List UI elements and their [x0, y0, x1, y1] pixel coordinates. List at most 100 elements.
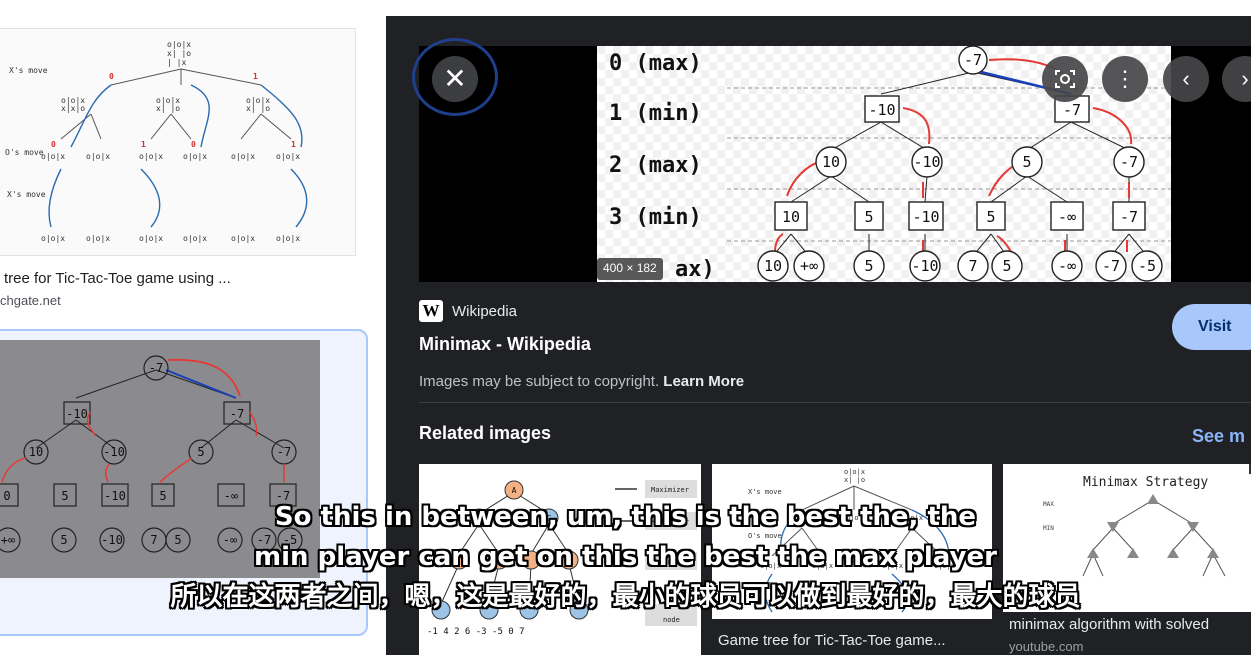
wikipedia-logo-icon: W	[419, 300, 443, 322]
minimax-strategy-image: Minimax Strategy MAX MIN	[1043, 464, 1251, 577]
previous-image-button[interactable]: ‹	[1163, 56, 1209, 102]
rel3-label-1: MIN	[1043, 525, 1054, 532]
close-button[interactable]: ✕	[432, 56, 478, 102]
rel3-title: Minimax Strategy	[1083, 475, 1208, 490]
svg-text:5: 5	[61, 489, 68, 503]
node-l4-8: -5	[1138, 257, 1156, 275]
related-image-3[interactable]: Minimax Strategy MAX MIN	[1003, 464, 1251, 612]
result-thumbnail-tictactoe[interactable]: X's move O's move X's move o|o|x x| |o | …	[0, 28, 356, 256]
svg-text:-10: -10	[101, 533, 123, 547]
svg-text:-10: -10	[66, 407, 88, 421]
svg-text:0: 0	[109, 72, 114, 81]
svg-text:o|o|x: o|o|x	[183, 234, 207, 243]
svg-text:o|o|x: o|o|x	[792, 514, 813, 522]
depth-label-0: 0 (max)	[609, 51, 702, 76]
svg-text:1: 1	[253, 72, 258, 81]
svg-text:5: 5	[60, 533, 67, 547]
rel1-label-2: Maximizer	[651, 558, 689, 566]
copyright-notice: Images may be subject to copyright. Lear…	[419, 373, 744, 390]
node-l3-4: -∞	[1058, 208, 1076, 226]
source-row[interactable]: W Wikipedia	[419, 300, 517, 322]
svg-text:0: 0	[51, 140, 56, 149]
svg-text:o|o|x: o|o|x	[41, 234, 65, 243]
rel1-label-1: Minimizer	[651, 518, 689, 526]
rel2-label-0: X's move	[748, 488, 782, 496]
thumb1-label-2: X's move	[7, 190, 46, 199]
svg-text:+∞: +∞	[1, 533, 15, 547]
svg-text:o|o|x: o|o|x	[844, 468, 865, 476]
svg-text:x| |o: x| |o	[844, 476, 865, 484]
svg-text:B: B	[477, 514, 482, 523]
svg-text:o|o|x: o|o|x	[276, 234, 300, 243]
image-dimensions-badge: 400 × 182	[597, 258, 663, 280]
svg-text:-7: -7	[277, 445, 291, 459]
thumb1-label-0: X's move	[9, 66, 48, 75]
lens-icon	[1055, 70, 1075, 88]
node-l4-2: 5	[864, 257, 873, 275]
rel2-label-1: O's move	[748, 532, 782, 540]
svg-text:-7: -7	[257, 533, 271, 547]
tictactoe-tree-image: X's move O's move X's move o|o|xx| |o | …	[5, 40, 308, 243]
related-caption-2[interactable]: Game tree for Tic-Tac-Toe game...	[718, 632, 946, 649]
svg-text:o|o|x: o|o|x	[139, 234, 163, 243]
svg-text:0: 0	[191, 140, 196, 149]
see-more-link[interactable]: See m	[1192, 426, 1245, 447]
more-options-button[interactable]: ⋮	[1102, 56, 1148, 102]
related-caption-3[interactable]: minimax algorithm with solved	[1009, 616, 1209, 633]
node-l2-1: -10	[913, 153, 940, 171]
result-title[interactable]: tree for Tic-Tac-Toe game using ...	[4, 270, 231, 287]
image-preview-panel: 0 (max) 1 (min) 2 (max) 3 (min) ax) -7 -…	[386, 16, 1251, 655]
related-images-heading: Related images	[419, 423, 552, 443]
thumb1-label-1: O's move	[5, 148, 44, 157]
learn-more-link[interactable]: Learn More	[663, 373, 744, 390]
node-l4-1: +∞	[800, 257, 818, 275]
node-l2-3: -7	[1120, 153, 1138, 171]
related-image-2[interactable]: X's move O's move o|o|x x| |o o|o|x o|o|x o…	[712, 464, 992, 619]
selected-result-thumbnail[interactable]: -7 -10 -7 10 -10 5 -7 0 5 -10 5 -∞ -7 +∞ 5 -10 7 5 -∞…	[0, 340, 320, 578]
node-l4-6: -∞	[1058, 257, 1076, 275]
depth-label-3: 3 (min)	[609, 205, 702, 230]
svg-text:o|o|x: o|o|x	[86, 152, 110, 161]
node-l4-7: -7	[1102, 257, 1120, 275]
source-name: Wikipedia	[452, 302, 518, 320]
chevron-left-icon: ‹	[1182, 66, 1190, 91]
svg-text:-∞: -∞	[223, 533, 237, 547]
node-l3-2: -10	[912, 208, 939, 226]
svg-text:o|o|x: o|o|x	[231, 234, 255, 243]
close-icon: ✕	[443, 63, 467, 94]
node-l1-0: -10	[868, 101, 895, 119]
depth-label-1: 1 (min)	[609, 101, 702, 126]
svg-text:x| |o: x| |o	[246, 104, 270, 113]
svg-text:o|o|x: o|o|x	[882, 562, 903, 570]
svg-text:o|o|x: o|o|x	[846, 514, 867, 522]
svg-text:5: 5	[174, 533, 181, 547]
svg-text:-7: -7	[276, 489, 290, 503]
svg-text:x| |o: x| |o	[167, 49, 191, 58]
svg-text:1: 1	[291, 140, 296, 149]
node-l4-3: -10	[911, 257, 938, 275]
svg-text:o|o|x: o|o|x	[41, 152, 65, 161]
more-vert-icon: ⋮	[1114, 66, 1136, 91]
svg-text:o|o|x: o|o|x	[167, 40, 191, 49]
svg-text:o|o|x: o|o|x	[760, 562, 781, 570]
related-source-3: youtube.com	[1009, 639, 1084, 654]
page-title[interactable]: Minimax - Wikipedia	[419, 334, 591, 355]
related-image-1[interactable]: A B C Maximizer Minimizer Maximizer node -…	[419, 464, 701, 655]
svg-text:-5: -5	[283, 533, 297, 547]
svg-text:o|o|x: o|o|x	[902, 514, 923, 522]
node-l1-1: -7	[1063, 101, 1081, 119]
svg-text:o|o|x: o|o|x	[183, 152, 207, 161]
chevron-right-icon: ›	[1241, 66, 1249, 91]
visit-button[interactable]: Visit	[1172, 304, 1251, 350]
result-source: chgate.net	[0, 293, 61, 308]
svg-text:0: 0	[3, 489, 10, 503]
svg-text:5: 5	[197, 445, 204, 459]
node-l2-0: 10	[822, 153, 840, 171]
svg-text:x|x|o: x|x|o	[61, 104, 85, 113]
node-l2-2: 5	[1022, 153, 1031, 171]
svg-text:o|o|x: o|o|x	[934, 562, 955, 570]
lens-button[interactable]	[1042, 56, 1088, 102]
node-l4-0: 10	[764, 257, 782, 275]
svg-text:o|o|x: o|o|x	[231, 152, 255, 161]
related-tictactoe-image: X's move O's move o|o|xx| |o o|o|x o|o|x o…	[748, 468, 955, 613]
